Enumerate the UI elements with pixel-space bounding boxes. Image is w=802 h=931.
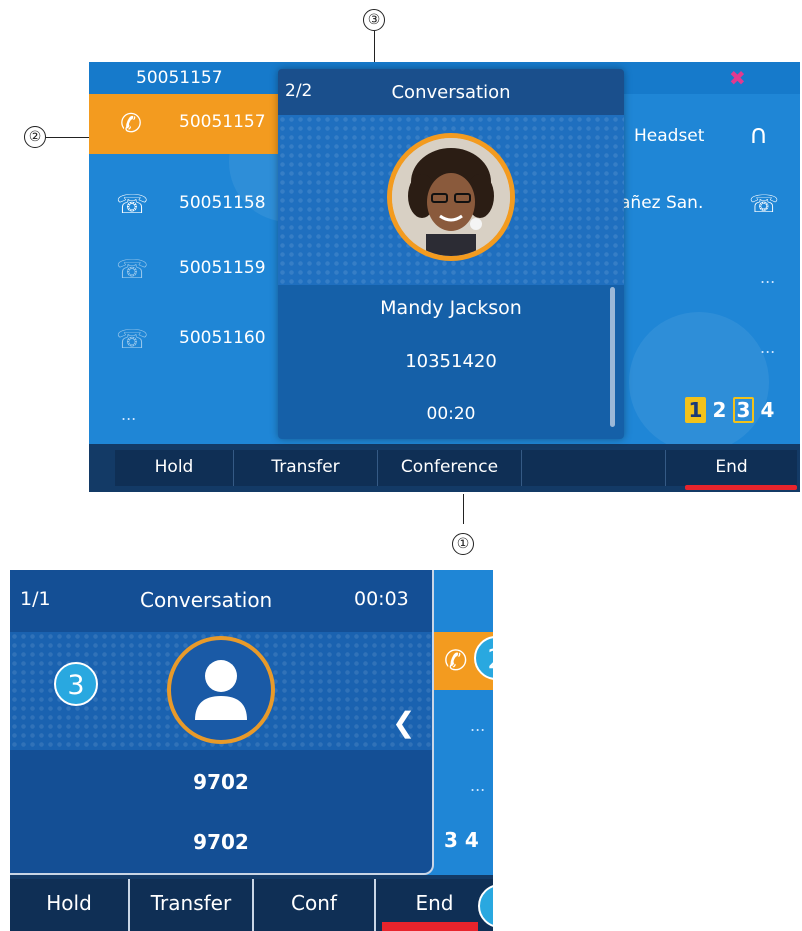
conference-button[interactable]: Conference — [377, 450, 521, 486]
callout-3-leader — [374, 31, 375, 64]
telephone-icon: ☏ — [116, 255, 149, 285]
end-indicator-bar — [685, 485, 797, 490]
end-button[interactable]: End — [665, 450, 797, 486]
contact-photo-image — [392, 138, 510, 256]
call-duration: 00:20 — [426, 404, 476, 424]
contact-name: 9702 — [193, 770, 249, 794]
line-label: 50051160 — [179, 328, 266, 348]
telephone-icon: ☏ — [116, 325, 149, 355]
contact-name: Mandy Jackson — [380, 297, 522, 319]
hold-button[interactable]: Hold — [115, 450, 233, 486]
line-label: 50051158 — [179, 193, 266, 213]
popup-scrollbar[interactable] — [610, 287, 615, 427]
line-key-1[interactable]: ✆ 50051157 — [89, 94, 284, 154]
badge-3: 3 — [54, 662, 98, 706]
callout-1: ① — [452, 533, 474, 555]
headset-icon[interactable]: ∩ — [749, 120, 768, 150]
panel-title: Conversation — [140, 588, 273, 612]
popup-header: 2/2 Conversation — [278, 69, 624, 115]
line-key-2[interactable]: ☏ 50051158 — [89, 175, 279, 235]
softkey-bar: Hold Transfer Conference End — [89, 444, 800, 492]
contact-photo — [387, 133, 515, 261]
phone-handset-icon: ✆ — [120, 109, 142, 139]
avatar — [167, 636, 275, 744]
callout-2: ② — [24, 126, 46, 148]
more-indicator[interactable]: ... — [470, 776, 485, 795]
more-indicator[interactable]: ... — [760, 338, 775, 357]
more-indicator[interactable]: ... — [760, 268, 775, 287]
conversation-panel: 1/1 Conversation 00:03 ❮ 9702 9702 — [10, 570, 434, 875]
call-duration: 00:03 — [354, 588, 409, 610]
transfer-button[interactable]: Transfer — [128, 879, 252, 931]
line-label: 50051157 — [179, 112, 266, 132]
missed-call-icon[interactable]: ✖ — [729, 66, 746, 90]
callout-3: ③ — [363, 9, 385, 31]
hang-up-icon[interactable]: ☏ — [749, 190, 779, 218]
page-1[interactable]: 1 — [685, 397, 706, 423]
headset-label: Headset — [634, 126, 705, 146]
contact-number: 9702 — [193, 830, 249, 854]
popup-title: Conversation — [391, 82, 511, 103]
phone-handset-icon: ✆ — [444, 644, 468, 677]
call-count: 1/1 — [20, 588, 51, 610]
telephone-icon: ☏ — [116, 190, 149, 220]
top-phone-screen: 50051157 ✖ ✆ 50051157 ☏ 50051158 ☏ 50051… — [89, 62, 800, 492]
page-2[interactable]: 2 — [709, 397, 730, 423]
line-key-3[interactable]: ☏ 50051159 — [89, 240, 279, 300]
more-indicator[interactable]: ... — [470, 716, 485, 735]
contact-label: añez San. — [620, 193, 704, 213]
transfer-button[interactable]: Transfer — [233, 450, 377, 486]
page-indicator[interactable]: 3 4 — [444, 828, 479, 852]
page-4[interactable]: 4 — [757, 397, 778, 423]
empty-softkey[interactable] — [521, 450, 665, 486]
default-contact-icon — [195, 660, 247, 720]
callout-2-leader — [46, 137, 90, 138]
callout-1-leader — [463, 494, 464, 524]
chevron-left-icon[interactable]: ❮ — [392, 706, 415, 739]
line-key-4[interactable]: ☏ 50051160 — [89, 310, 279, 370]
bottom-phone-screen: ✆ ... ... 3 4 1/1 Conversation 00:03 ❮ 9… — [10, 570, 493, 931]
conference-button[interactable]: Conf — [252, 879, 374, 931]
bg-bubble — [629, 312, 769, 452]
end-indicator-bar — [382, 922, 478, 931]
line-label: 50051159 — [179, 258, 266, 278]
conversation-popup: 2/2 Conversation Mandy Jackson 10351420 … — [278, 69, 624, 439]
page-3[interactable]: 3 — [733, 397, 754, 423]
more-lines-indicator[interactable]: ... — [121, 405, 136, 424]
account-label: 50051157 — [136, 68, 223, 88]
contact-number: 10351420 — [405, 351, 497, 372]
page-indicator[interactable]: 1234 — [685, 397, 781, 423]
hold-button[interactable]: Hold — [10, 879, 128, 931]
